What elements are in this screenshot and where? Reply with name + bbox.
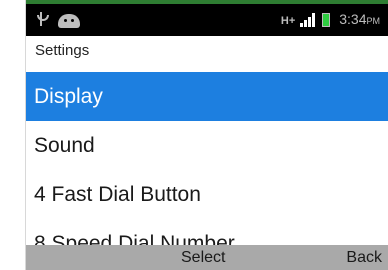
softkey-bar: Select Back (26, 245, 388, 270)
menu-item-display[interactable]: Display (26, 72, 388, 121)
network-type-indicator: H+ (280, 15, 296, 27)
status-right: H+ 3:34PM (281, 11, 380, 27)
select-softkey[interactable]: Select (181, 249, 225, 267)
settings-menu: Display Sound 4 Fast Dial Button 8 Speed… (26, 72, 388, 249)
menu-item-sound[interactable]: Sound (26, 121, 388, 170)
back-softkey[interactable]: Back (346, 249, 382, 267)
signal-strength-icon (300, 13, 316, 27)
android-debug-icon (58, 14, 80, 28)
notification-icons (34, 10, 80, 28)
usb-icon (34, 10, 49, 28)
battery-icon (322, 13, 331, 27)
menu-item-fast-dial-button[interactable]: 4 Fast Dial Button (26, 170, 388, 219)
page-title: Settings (35, 42, 90, 59)
status-time: 3:34PM (339, 11, 380, 27)
left-border (0, 0, 26, 270)
status-bar: H+ 3:34PM (26, 4, 388, 36)
